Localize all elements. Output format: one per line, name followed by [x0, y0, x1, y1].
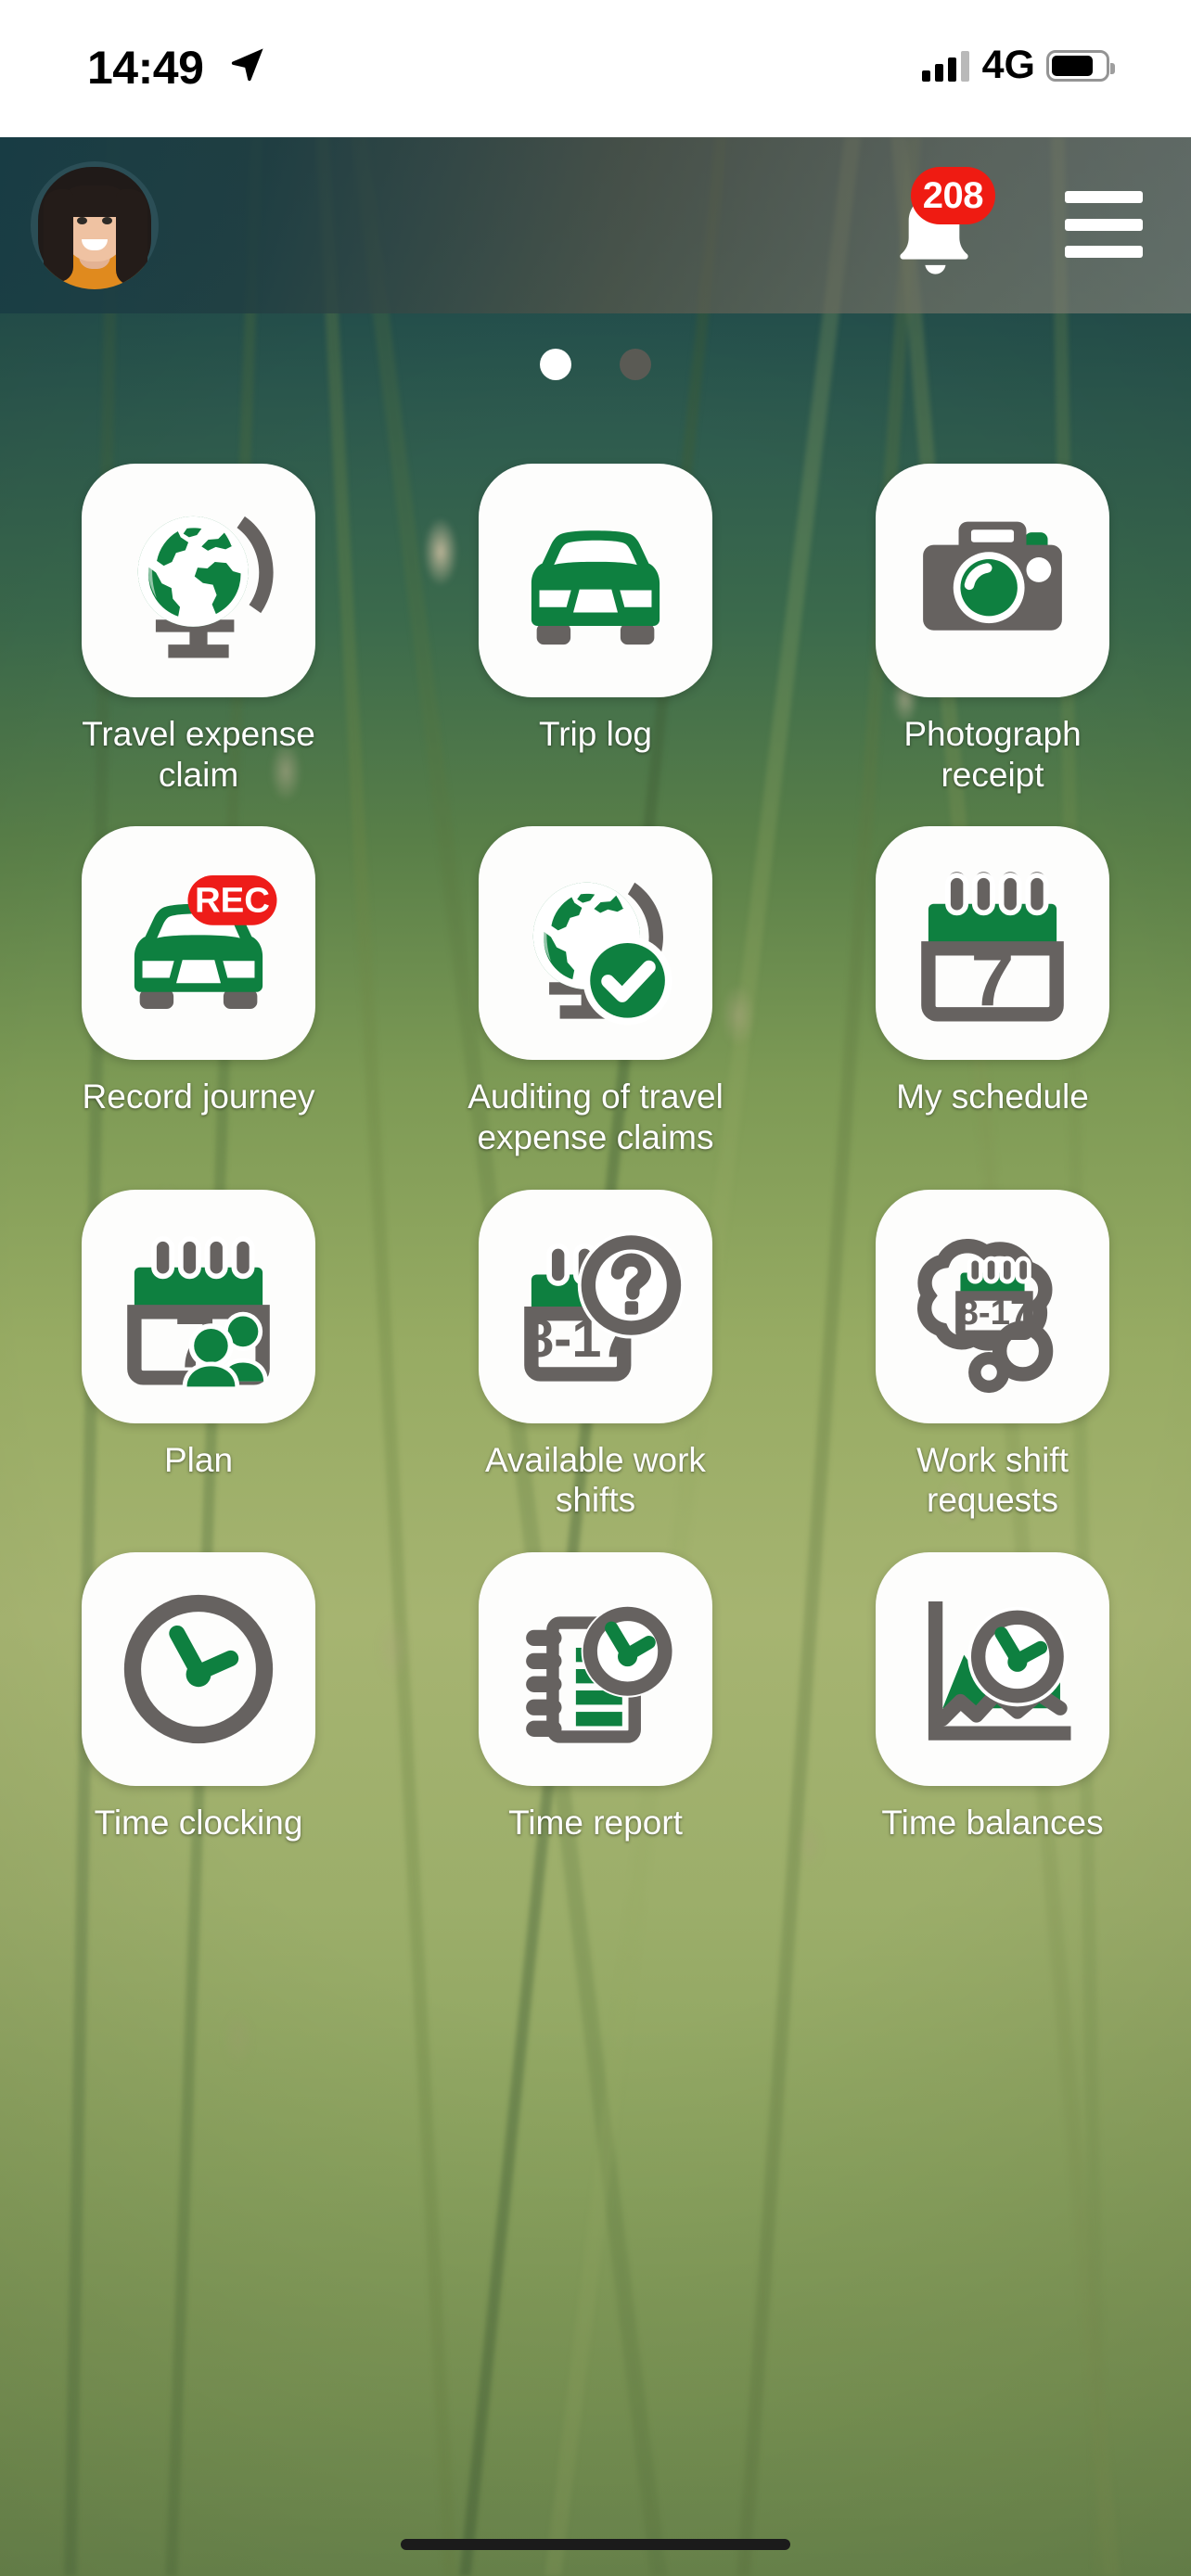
globe-check-icon: [532, 883, 672, 1026]
app-tile-label: Record journey: [82, 1078, 315, 1116]
calendar-question-icon: 8-17: [524, 1231, 685, 1382]
app-tile-label: Available work shifts: [485, 1440, 706, 1520]
network-type-label: 4G: [981, 43, 1035, 87]
record-badge-label: REC: [195, 881, 270, 921]
tile-surface: [876, 464, 1109, 697]
calendar-7-icon: 7: [921, 872, 1064, 1023]
notifications-button[interactable]: 208: [890, 167, 995, 278]
home-indicator[interactable]: [401, 2539, 790, 2550]
tile-surface: REC: [82, 826, 315, 1061]
app-tile-plan[interactable]: 7 Plan: [0, 1189, 397, 1521]
app-tile-time-balances[interactable]: Time balances: [794, 1551, 1191, 1843]
globe-icon: [137, 516, 274, 658]
app-tile-label: Auditing of travel expense claims: [467, 1078, 724, 1156]
avatar[interactable]: [31, 161, 159, 289]
status-bar-time: 14:49: [87, 42, 204, 94]
app-header: 208: [0, 137, 1191, 313]
app-tile-my-schedule[interactable]: 7 My schedule: [794, 826, 1191, 1157]
clock-icon: [123, 1594, 274, 1744]
tile-surface: [82, 464, 315, 697]
tile-surface: 8-17: [876, 1189, 1109, 1423]
signal-bars-icon: [921, 50, 969, 82]
app-grid: Travel expense claim Trip log Photograph…: [0, 464, 1191, 1843]
tile-surface: [479, 464, 712, 697]
app-tile-label: Time balances: [881, 1803, 1104, 1842]
location-arrow-icon: [231, 48, 263, 82]
app-tile-time-clocking[interactable]: Time clocking: [0, 1551, 397, 1843]
app-tile-label: Photograph receipt: [903, 715, 1082, 794]
phone-screen: 14:49 4G 208 Travel expense claim Trip l…: [0, 0, 1191, 2576]
app-tile-label: Trip log: [538, 715, 652, 753]
app-tile-trip-log[interactable]: Trip log: [397, 464, 794, 795]
app-tile-time-report[interactable]: Time report: [397, 1551, 794, 1843]
hamburger-menu-icon[interactable]: [1065, 191, 1143, 258]
app-tile-label: Work shift requests: [916, 1440, 1069, 1520]
camera-icon: [923, 521, 1062, 631]
chart-clock-icon: [928, 1600, 1071, 1741]
app-tile-auditing-travel-expense-claims[interactable]: Auditing of travel expense claims: [397, 826, 794, 1157]
tile-surface: 8-17: [479, 1189, 712, 1423]
page-dot-2[interactable]: [620, 349, 651, 380]
car-front-icon: [531, 530, 660, 645]
notification-badge: 208: [910, 167, 995, 224]
app-tile-photograph-receipt[interactable]: Photograph receipt: [794, 464, 1191, 795]
battery-icon: [1046, 49, 1115, 82]
tile-surface: [876, 1551, 1109, 1786]
app-tile-label: Plan: [163, 1440, 234, 1479]
calendar-day-label: 7: [971, 936, 1015, 1023]
tile-surface: [82, 1551, 315, 1786]
app-tile-available-work-shifts[interactable]: 8-17 Available work shifts: [397, 1189, 794, 1521]
tile-surface: [479, 826, 712, 1061]
app-tile-label: Time report: [508, 1803, 683, 1842]
app-tile-record-journey[interactable]: REC Record journey: [0, 826, 397, 1157]
car-record-icon: REC: [134, 875, 277, 1010]
notepad-clock-icon: [526, 1604, 674, 1743]
status-bar: 14:49 4G: [0, 0, 1191, 137]
page-indicator: [0, 349, 1191, 380]
thought-bubble-calendar-icon: 8-17: [916, 1238, 1054, 1393]
app-tile-label: Travel expense claim: [82, 715, 315, 794]
tile-surface: 7: [82, 1189, 315, 1423]
tile-surface: [479, 1551, 712, 1786]
page-dot-1[interactable]: [540, 349, 571, 380]
app-tile-label: My schedule: [896, 1078, 1089, 1116]
status-bar-indicators: 4G: [921, 43, 1115, 88]
app-tile-label: Time clocking: [94, 1803, 303, 1842]
tile-surface: 7: [876, 826, 1109, 1061]
app-tile-travel-expense-claim[interactable]: Travel expense claim: [0, 464, 397, 795]
calendar-people-icon: 7: [127, 1235, 270, 1387]
app-tile-work-shift-requests[interactable]: 8-17 Work shift requests: [794, 1189, 1191, 1521]
